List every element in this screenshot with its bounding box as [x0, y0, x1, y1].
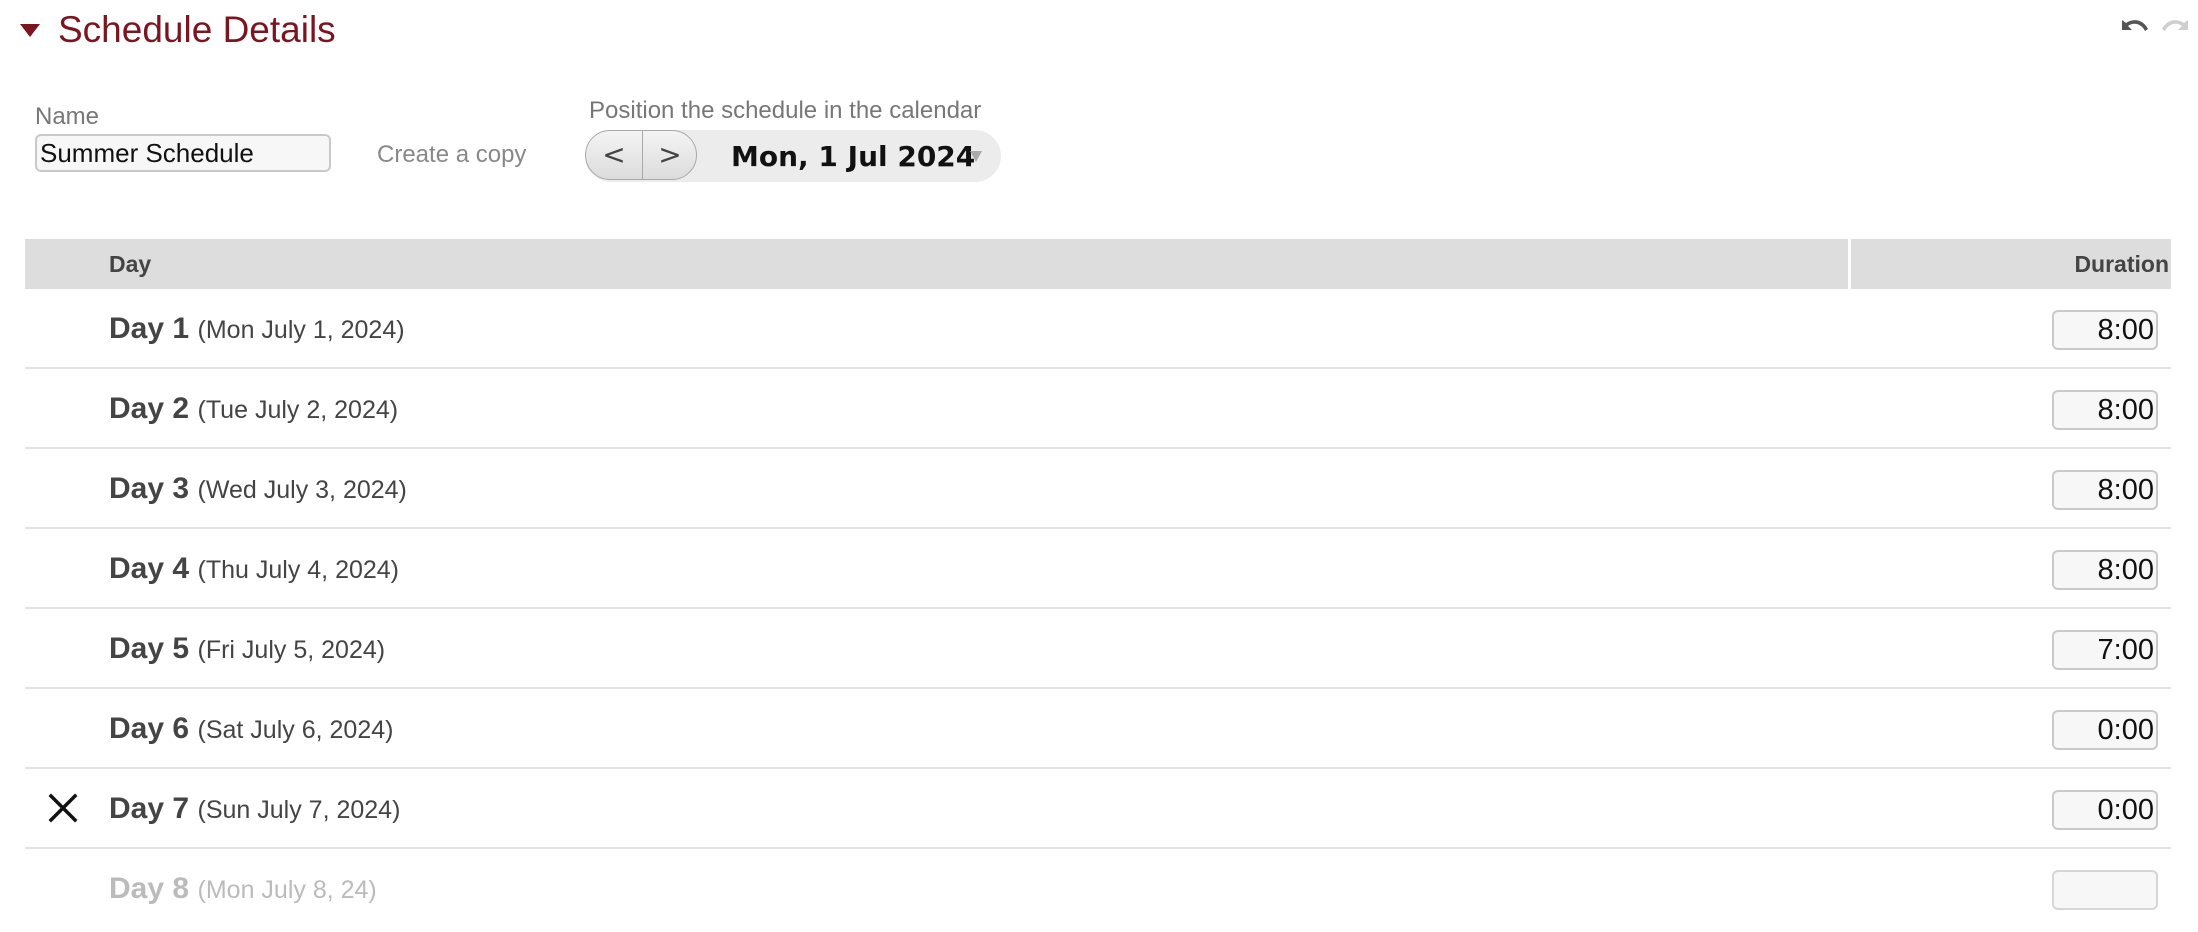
undo-icon[interactable] — [2118, 14, 2152, 40]
day-number: Day 7 — [109, 792, 190, 825]
day-number: Day 8 — [109, 872, 190, 905]
column-header-duration[interactable]: Duration — [2074, 239, 2169, 289]
day-date: (Sat July 6, 2024) — [197, 716, 394, 744]
table-row: Day 1 (Mon July 1, 2024) — [25, 289, 2171, 369]
day-number: Day 4 — [109, 552, 190, 585]
day-number: Day 1 — [109, 312, 190, 345]
day-date: (Fri July 5, 2024) — [197, 636, 386, 664]
table-row: Day 7 (Sun July 7, 2024) — [25, 769, 2171, 849]
day-label: Day 8 (Mon July 8, 24) — [109, 869, 377, 914]
section-header: Schedule Details — [0, 0, 2198, 64]
table-row: Day 6 (Sat July 6, 2024) — [25, 689, 2171, 769]
schedule-name-input[interactable] — [35, 134, 331, 172]
section-title[interactable]: Schedule Details — [58, 8, 336, 52]
table-row: Day 3 (Wed July 3, 2024) — [25, 449, 2171, 529]
day-label: Day 4 (Thu July 4, 2024) — [109, 549, 399, 594]
column-header-day[interactable]: Day — [109, 239, 151, 289]
name-label: Name — [35, 103, 100, 130]
day-date: (Mon July 1, 2024) — [197, 316, 405, 344]
day-number: Day 5 — [109, 632, 190, 665]
duration-input[interactable] — [2052, 390, 2158, 430]
create-copy-link[interactable]: Create a copy — [377, 141, 526, 169]
table-row: Day 5 (Fri July 5, 2024) — [25, 609, 2171, 689]
duration-input[interactable] — [2052, 470, 2158, 510]
disclosure-triangle-icon[interactable] — [20, 24, 40, 37]
calendar-position-picker: < > Mon, 1 Jul 2024 — [585, 130, 1001, 182]
day-label: Day 5 (Fri July 5, 2024) — [109, 629, 385, 674]
day-number: Day 2 — [109, 392, 190, 425]
day-date: (Wed July 3, 2024) — [197, 476, 407, 504]
day-label: Day 7 (Sun July 7, 2024) — [109, 789, 400, 834]
table-row: Day 4 (Thu July 4, 2024) — [25, 529, 2171, 609]
close-icon[interactable] — [45, 790, 81, 826]
table-row: Day 2 (Tue July 2, 2024) — [25, 369, 2171, 449]
schedule-details-page: Schedule Details Name Create a copy Posi… — [0, 0, 2198, 932]
day-date: (Mon July 8, 24) — [197, 876, 377, 904]
dropdown-caret-icon[interactable] — [970, 151, 982, 162]
duration-input[interactable] — [2052, 630, 2158, 670]
day-date: (Tue July 2, 2024) — [197, 396, 399, 424]
position-label: Position the schedule in the calendar — [589, 97, 982, 124]
day-date: (Thu July 4, 2024) — [197, 556, 400, 584]
table-header: Day Duration — [25, 239, 2171, 289]
previous-date-button[interactable]: < — [586, 131, 643, 179]
day-label: Day 6 (Sat July 6, 2024) — [109, 709, 393, 754]
duration-input[interactable] — [2052, 710, 2158, 750]
duration-input[interactable] — [2052, 310, 2158, 350]
date-nav-group: < > — [585, 130, 697, 180]
day-date: (Sun July 7, 2024) — [197, 796, 401, 824]
schedule-days-table: Day Duration Day 1 (Mon July 1, 2024) Da… — [25, 239, 2171, 929]
duration-input[interactable] — [2052, 870, 2158, 910]
day-label: Day 3 (Wed July 3, 2024) — [109, 469, 407, 514]
day-label: Day 2 (Tue July 2, 2024) — [109, 389, 398, 434]
duration-input[interactable] — [2052, 790, 2158, 830]
day-number: Day 6 — [109, 712, 190, 745]
column-divider[interactable] — [1848, 239, 1851, 289]
day-number: Day 3 — [109, 472, 190, 505]
duration-input[interactable] — [2052, 550, 2158, 590]
table-row-placeholder: Day 8 (Mon July 8, 24) — [25, 849, 2171, 929]
redo-icon[interactable] — [2158, 14, 2192, 40]
start-date-selector[interactable]: Mon, 1 Jul 2024 — [731, 140, 975, 174]
next-date-button[interactable]: > — [642, 131, 696, 179]
day-label: Day 1 (Mon July 1, 2024) — [109, 309, 405, 354]
